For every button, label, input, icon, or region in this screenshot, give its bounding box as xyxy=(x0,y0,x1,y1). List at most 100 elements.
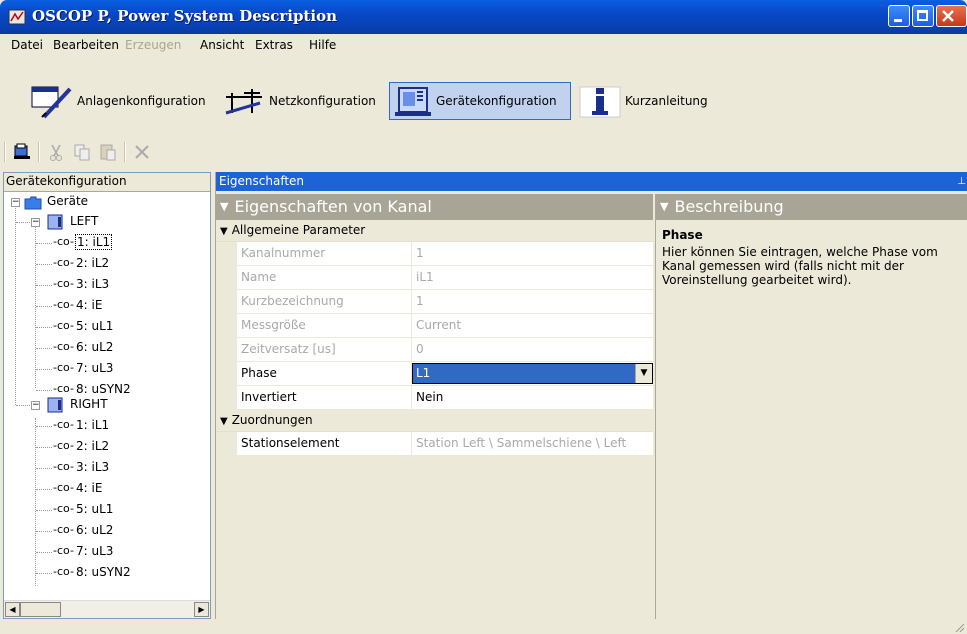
channel-icon: -co- xyxy=(53,319,74,332)
prop-row-phase[interactable]: Phase L1 ▼ xyxy=(216,362,653,386)
tree-horizontal-scrollbar[interactable]: ◀ ▶ xyxy=(4,600,210,618)
description-text: Hier können Sie eintragen, welche Phase … xyxy=(662,245,938,287)
group-collapse-icon[interactable]: ▼ xyxy=(220,221,228,242)
tree-channel-item[interactable]: 8: uSYN2 xyxy=(76,382,131,396)
tree-channel-item[interactable]: 8: uSYN2 xyxy=(76,565,131,579)
collapse-triangle-icon[interactable]: ▼ xyxy=(220,194,228,220)
prop-name: Kanalnummer xyxy=(237,242,412,265)
prop-name: Messgröße xyxy=(237,314,412,337)
prop-name: Kurzbezeichnung xyxy=(237,290,412,313)
tree-channel-item[interactable]: 4: iE xyxy=(76,481,102,495)
prop-row-messgroesse[interactable]: Messgröße Current xyxy=(216,314,653,338)
status-bar xyxy=(0,620,967,634)
tree-channel-item[interactable]: 1: iL1 xyxy=(74,234,113,250)
copy-icon[interactable] xyxy=(72,142,92,162)
root-collapse-toggle[interactable]: − xyxy=(11,198,20,207)
channel-icon: -co- xyxy=(53,502,74,515)
tree-channel-item[interactable]: 3: iL3 xyxy=(76,460,109,474)
menu-ansicht[interactable]: Ansicht xyxy=(200,38,244,52)
netzkonfiguration-button[interactable]: Netzkonfiguration xyxy=(222,82,376,120)
close-button[interactable] xyxy=(936,5,967,27)
prop-row-zeitversatz[interactable]: Zeitversatz [us] 0 xyxy=(216,338,653,362)
group-allgemeine-parameter[interactable]: ▼ Allgemeine Parameter xyxy=(216,220,653,242)
kurzanleitung-label: Kurzanleitung xyxy=(625,94,708,108)
tree-channel-item[interactable]: 6: uL2 xyxy=(76,340,113,354)
left-collapse-toggle[interactable]: − xyxy=(31,218,40,227)
channel-icon: -co- xyxy=(53,382,74,395)
cut-icon[interactable] xyxy=(46,142,66,162)
title-bar: OSCOP P, Power System Description xyxy=(0,0,967,34)
channel-properties-section: ▼ Eigenschaften von Kanal xyxy=(216,194,653,220)
scroll-right-icon[interactable]: ▶ xyxy=(194,602,209,617)
tree-channel-item[interactable]: 2: iL2 xyxy=(76,256,109,270)
tree-channel-item[interactable]: 2: iL2 xyxy=(76,439,109,453)
geraetekonfiguration-button[interactable]: Gerätekonfiguration xyxy=(389,82,571,120)
tree-channel-item[interactable]: 1: iL1 xyxy=(76,418,109,432)
prop-value: 0 xyxy=(412,338,653,361)
properties-header-label: Eigenschaften xyxy=(219,174,305,188)
tree-channel-item[interactable]: 4: iE xyxy=(76,298,102,312)
prop-name: Invertiert xyxy=(237,386,412,409)
channel-icon: -co- xyxy=(53,235,74,248)
group-label: Zuordnungen xyxy=(231,413,313,427)
menu-datei[interactable]: Datei xyxy=(11,38,43,52)
tree-channel-item[interactable]: 7: uL3 xyxy=(76,361,113,375)
delete-icon[interactable] xyxy=(132,142,152,162)
anlagenkonfiguration-button[interactable]: Anlagenkonfiguration xyxy=(30,82,206,120)
prop-row-name[interactable]: Name iL1 xyxy=(216,266,653,290)
device-icon xyxy=(47,397,63,413)
folder-icon xyxy=(24,196,42,210)
app-icon xyxy=(8,9,26,25)
close-icon xyxy=(942,10,954,22)
prop-row-invertiert[interactable]: Invertiert Nein xyxy=(216,386,653,410)
channel-icon: -co- xyxy=(53,298,74,311)
tree-channel-item[interactable]: 3: iL3 xyxy=(76,277,109,291)
prop-value: iL1 xyxy=(412,266,653,289)
tree-root-label[interactable]: Geräte xyxy=(47,194,88,208)
device-tree: − Geräte − LEFT -co- 1: iL1 -co- 2: iL2 -co-… xyxy=(4,192,210,594)
tree-channel-item[interactable]: 6: uL2 xyxy=(76,523,113,537)
minimize-button[interactable] xyxy=(888,5,910,27)
paste-icon[interactable] xyxy=(98,142,118,162)
tree-channel-item[interactable]: 5: uL1 xyxy=(76,502,113,516)
prop-row-kurzbezeichnung[interactable]: Kurzbezeichnung 1 xyxy=(216,290,653,314)
group-zuordnungen[interactable]: ▼ Zuordnungen xyxy=(216,410,653,432)
channel-icon: -co- xyxy=(53,439,74,452)
right-collapse-toggle[interactable]: − xyxy=(31,401,40,410)
properties-panel: Eigenschaften ⊥ ▼ Eigenschaften von Kanal… xyxy=(215,172,967,619)
resize-grip-icon[interactable] xyxy=(953,621,965,633)
maximize-button[interactable] xyxy=(912,5,934,27)
prop-name: Name xyxy=(237,266,412,289)
device-config-icon xyxy=(395,87,431,116)
print-icon[interactable] xyxy=(12,142,32,162)
tree-device-right[interactable]: RIGHT xyxy=(70,397,108,411)
group-label: Allgemeine Parameter xyxy=(231,223,366,237)
phase-select[interactable]: L1 ▼ xyxy=(412,363,653,384)
scroll-thumb[interactable] xyxy=(20,602,61,617)
menu-extras[interactable]: Extras xyxy=(255,38,293,52)
anlagenkonfiguration-label: Anlagenkonfiguration xyxy=(77,94,206,108)
menu-hilfe[interactable]: Hilfe xyxy=(309,38,336,52)
menu-erzeugen[interactable]: Erzeugen xyxy=(125,38,181,52)
tree-channel-item[interactable]: 5: uL1 xyxy=(76,319,113,333)
menu-bearbeiten[interactable]: Bearbeiten xyxy=(53,38,119,52)
prop-value[interactable]: Nein xyxy=(412,386,653,409)
pin-icon[interactable]: ⊥ xyxy=(957,172,966,191)
group-collapse-icon[interactable]: ▼ xyxy=(220,411,228,432)
tree-channel-item[interactable]: 7: uL3 xyxy=(76,544,113,558)
scroll-left-icon[interactable]: ◀ xyxy=(5,602,20,617)
prop-row-kanalnummer[interactable]: Kanalnummer 1 xyxy=(216,242,653,266)
window-title: OSCOP P, Power System Description xyxy=(32,7,337,25)
prop-row-stationselement[interactable]: Stationselement Station Left \ Sammelsch… xyxy=(216,432,653,456)
chevron-down-icon[interactable]: ▼ xyxy=(635,364,652,383)
kurzanleitung-button[interactable]: Kurzanleitung xyxy=(578,82,708,120)
tree-device-left[interactable]: LEFT xyxy=(70,214,98,228)
tree-header: Gerätekonfiguration xyxy=(4,173,210,192)
netzkonfiguration-label: Netzkonfiguration xyxy=(269,94,376,108)
network-config-icon xyxy=(225,89,262,115)
channel-icon: -co- xyxy=(53,460,74,473)
maximize-icon xyxy=(917,10,928,21)
collapse-triangle-icon[interactable]: ▼ xyxy=(660,194,668,220)
prop-value: Station Left \ Sammelschiene \ Left xyxy=(412,432,653,455)
channel-icon: -co- xyxy=(53,361,74,374)
